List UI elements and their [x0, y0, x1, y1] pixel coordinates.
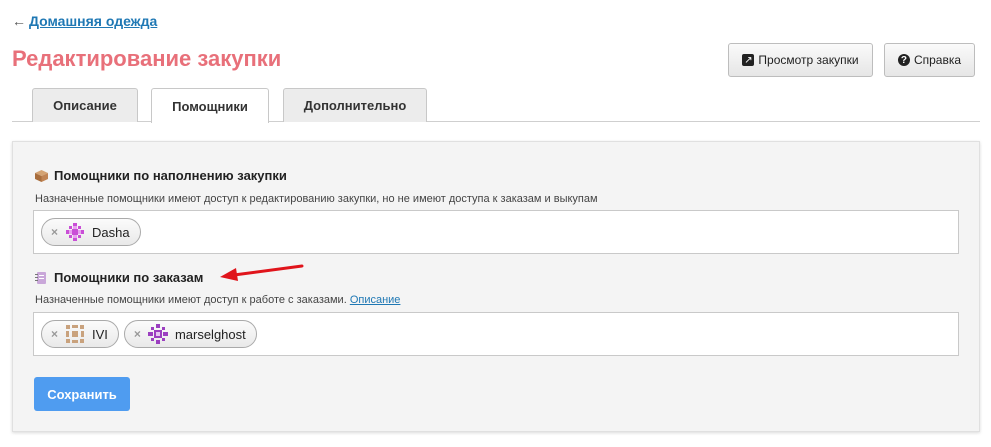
remove-icon[interactable]: ×: [51, 225, 58, 239]
package-icon: [35, 169, 48, 182]
notebook-icon: [35, 271, 46, 284]
helper-chip-marselghost: × marselghost: [123, 320, 257, 348]
tab-description[interactable]: Описание: [32, 88, 138, 122]
orders-description-text: Назначенные помощники имеют доступ к раб…: [35, 294, 347, 306]
remove-icon[interactable]: ×: [134, 327, 141, 341]
helpers-panel: Помощники по наполнению закупки Назначен…: [12, 141, 980, 432]
orders-helpers-field[interactable]: × IVI × marselghost: [33, 312, 959, 356]
filling-description: Назначенные помощники имеют доступ к ред…: [35, 193, 598, 205]
avatar-ivi: [66, 325, 85, 343]
avatar-dasha: [66, 223, 85, 241]
helper-chip-ivi: × IVI: [41, 320, 119, 348]
question-icon: ?: [897, 54, 910, 66]
annotation-arrow-icon: [220, 264, 304, 281]
filling-title-text: Помощники по наполнению закупки: [54, 168, 287, 183]
orders-description: Назначенные помощники имеют доступ к раб…: [35, 294, 400, 306]
tab-additional[interactable]: Дополнительно: [283, 88, 427, 122]
orders-description-link[interactable]: Описание: [350, 294, 401, 306]
orders-section-title: Помощники по заказам: [35, 270, 203, 285]
external-link-icon: ↗: [742, 54, 755, 66]
breadcrumb-link[interactable]: Домашняя одежда: [29, 13, 157, 29]
tab-helpers[interactable]: Помощники: [151, 88, 269, 123]
help-label: Справка: [913, 53, 962, 67]
helper-name: IVI: [92, 326, 108, 342]
orders-title-text: Помощники по заказам: [54, 270, 204, 285]
breadcrumb: ← Домашняя одежда: [12, 13, 157, 29]
help-button[interactable]: ? Справка: [884, 43, 975, 77]
page-title: Редактирование закупки: [12, 46, 282, 71]
filling-section-title: Помощники по наполнению закупки: [35, 168, 287, 183]
view-purchase-label: Просмотр закупки: [758, 53, 859, 67]
helper-name: marselghost: [174, 326, 246, 342]
avatar-marselghost: [147, 324, 168, 344]
view-purchase-button[interactable]: ↗ Просмотр закупки: [728, 43, 873, 77]
helper-chip-dasha: × Dasha: [41, 218, 141, 246]
helper-name: Dasha: [92, 224, 130, 240]
filling-helpers-field[interactable]: × Dasha: [33, 210, 959, 254]
save-button[interactable]: Сохранить: [34, 377, 130, 411]
back-arrow-icon: ←: [12, 13, 26, 29]
remove-icon[interactable]: ×: [51, 327, 58, 341]
